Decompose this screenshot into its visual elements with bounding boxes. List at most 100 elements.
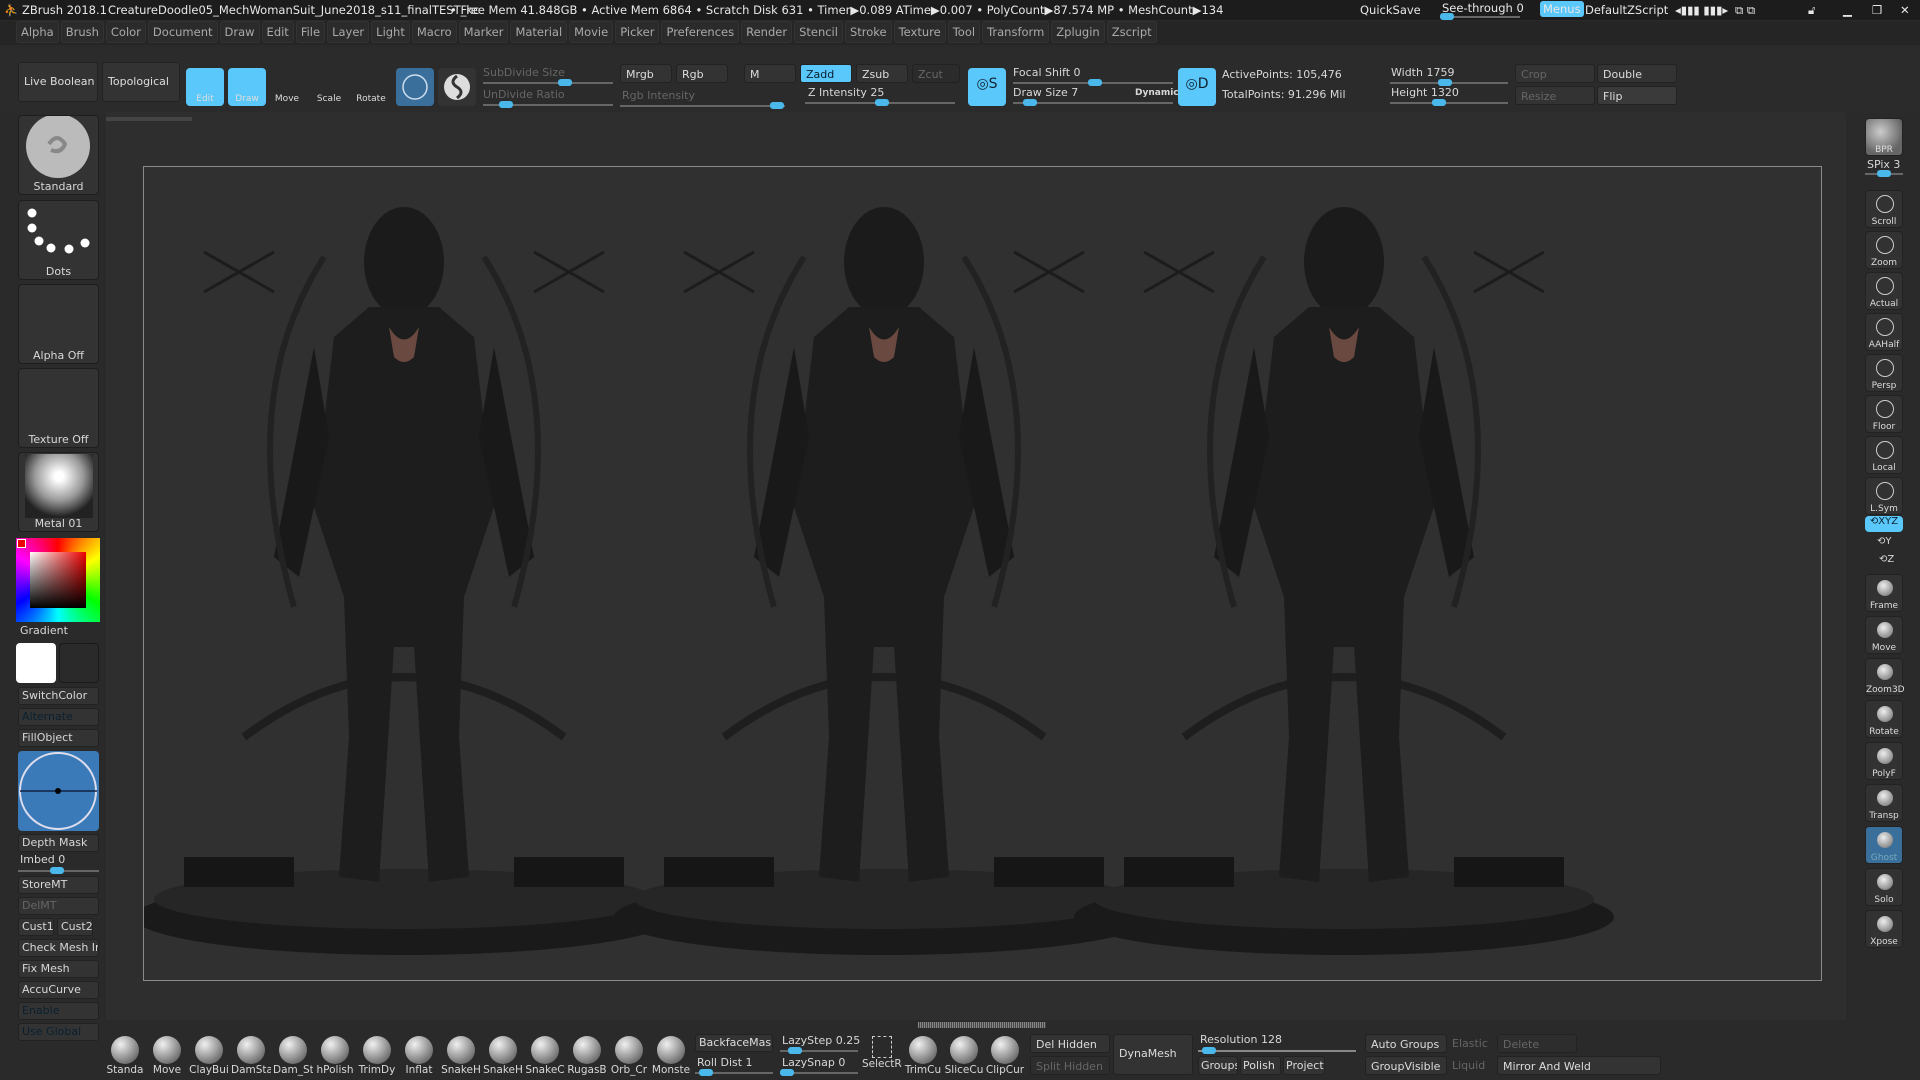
brush-monste[interactable]: Monste xyxy=(651,1034,691,1078)
main-color-swatch[interactable] xyxy=(17,539,26,548)
menu-stencil[interactable]: Stencil xyxy=(794,21,843,43)
trim-curve-brush[interactable]: TrimCu xyxy=(903,1034,943,1078)
color-square[interactable] xyxy=(30,552,86,608)
view-move-button[interactable]: Move xyxy=(1865,616,1903,654)
brush-selector[interactable]: Standard xyxy=(18,114,99,195)
split-hidden-button[interactable]: Split Hidden xyxy=(1030,1056,1110,1075)
polish-button[interactable]: Polish xyxy=(1240,1056,1281,1075)
material-selector[interactable]: Metal 01 xyxy=(18,452,99,532)
menu-preferences[interactable]: Preferences xyxy=(661,21,740,43)
flip-button[interactable]: Flip xyxy=(1597,86,1677,105)
group-visible-button[interactable]: GroupVisible xyxy=(1365,1056,1447,1075)
resize-button[interactable]: Resize xyxy=(1515,86,1595,105)
rgb-button[interactable]: Rgb xyxy=(676,64,728,83)
menu-zplugin[interactable]: Zplugin xyxy=(1051,21,1105,43)
quicksave-button[interactable]: QuickSave xyxy=(1360,3,1421,17)
menu-layer[interactable]: Layer xyxy=(327,21,370,43)
menu-edit[interactable]: Edit xyxy=(261,21,294,43)
view-scroll-button[interactable]: Scroll xyxy=(1865,190,1903,228)
secondary-color[interactable] xyxy=(59,643,99,683)
resolution-slider[interactable]: Resolution 128 xyxy=(1200,1033,1282,1046)
rgb-intensity-slider[interactable]: Rgb Intensity xyxy=(622,89,695,102)
brush-rugasb[interactable]: RugasB xyxy=(567,1034,607,1078)
brush-dam_st[interactable]: Dam_St xyxy=(273,1034,313,1078)
depth-mask-button[interactable]: Depth Mask xyxy=(18,834,99,852)
alternate-button[interactable]: Alternate xyxy=(18,708,99,726)
cust1-button[interactable]: Cust1 xyxy=(18,918,54,936)
menu-transform[interactable]: Transform xyxy=(982,21,1050,43)
switch-color-button[interactable]: SwitchColor xyxy=(18,687,99,705)
rotate-z-button[interactable]: ⟲Z xyxy=(1879,554,1894,565)
backface-mask-button[interactable]: BackfaceMask xyxy=(695,1034,773,1052)
auto-groups-button[interactable]: Auto Groups xyxy=(1365,1034,1447,1053)
lazy-snap-slider[interactable]: LazySnap 0 xyxy=(782,1056,845,1069)
layout-arrows-icon[interactable]: ◂▮▮▮ ▮▮▮▸ xyxy=(1675,3,1728,17)
brush-claybui[interactable]: ClayBui xyxy=(189,1034,229,1078)
menu-file[interactable]: File xyxy=(295,21,326,43)
live-boolean-button[interactable]: Live Boolean xyxy=(18,62,98,102)
view-frame-button[interactable]: Frame xyxy=(1865,574,1903,612)
fill-object-button[interactable]: FillObject xyxy=(18,729,99,747)
stroke-selector[interactable]: Dots xyxy=(18,200,99,280)
matcap-button[interactable] xyxy=(438,68,476,106)
topological-button[interactable]: Topological xyxy=(102,62,180,102)
primary-color[interactable] xyxy=(16,643,56,683)
view-floor-button[interactable]: Floor xyxy=(1865,395,1903,433)
clip-curve-brush[interactable]: ClipCur xyxy=(985,1034,1025,1078)
move-button[interactable]: Move xyxy=(268,68,306,106)
brush-damsta[interactable]: DamSta xyxy=(231,1034,271,1078)
project-button[interactable]: Project xyxy=(1283,1056,1325,1075)
view-persp-button[interactable]: Persp xyxy=(1865,354,1903,392)
check-mesh-integrity-button[interactable]: Check Mesh Int xyxy=(18,939,99,957)
brush-snakeh[interactable]: SnakeH xyxy=(483,1034,523,1078)
view-local-button[interactable]: Local xyxy=(1865,436,1903,474)
zcut-button[interactable]: Zcut xyxy=(912,64,960,83)
focal-shift-icon[interactable]: ◎S xyxy=(968,68,1006,106)
bpr-button[interactable]: BPR xyxy=(1865,118,1903,156)
menu-render[interactable]: Render xyxy=(741,21,793,43)
rotate-y-button[interactable]: ⟲Y xyxy=(1877,536,1892,547)
undivide-ratio-slider[interactable]: UnDivide Ratio xyxy=(483,88,565,101)
menu-stroke[interactable]: Stroke xyxy=(844,21,892,43)
groups-button[interactable]: Groups xyxy=(1198,1056,1238,1075)
brush-snakeh[interactable]: SnakeH xyxy=(441,1034,481,1078)
menu-movie[interactable]: Movie xyxy=(569,21,614,43)
draw-button[interactable]: Draw xyxy=(228,68,266,106)
brush-inflat[interactable]: Inflat xyxy=(399,1034,439,1078)
menu-document[interactable]: Document xyxy=(147,21,218,43)
view-polyf-button[interactable]: PolyF xyxy=(1865,742,1903,780)
menu-brush[interactable]: Brush xyxy=(60,21,104,43)
menu-marker[interactable]: Marker xyxy=(458,21,509,43)
view-rotate-button[interactable]: Rotate xyxy=(1865,700,1903,738)
crop-button[interactable]: Crop xyxy=(1515,64,1595,83)
view-lsym-button[interactable]: L.Sym xyxy=(1865,477,1903,515)
rotate-button[interactable]: Rotate xyxy=(352,68,390,106)
brush-trimdy[interactable]: TrimDy xyxy=(357,1034,397,1078)
brush-hpolish[interactable]: hPolish xyxy=(315,1034,355,1078)
gradient-label[interactable]: Gradient xyxy=(20,624,68,637)
view-xpose-button[interactable]: Xpose xyxy=(1865,910,1903,948)
roll-dist-slider[interactable]: Roll Dist 1 xyxy=(697,1056,753,1069)
store-mt-button[interactable]: StoreMT xyxy=(18,876,99,894)
focal-shift-slider[interactable]: Focal Shift 0 xyxy=(1013,66,1081,79)
window-swap-icon[interactable]: ⧉ ⧉ xyxy=(1735,3,1755,18)
brush-orb_cr[interactable]: Orb_Cr xyxy=(609,1034,649,1078)
imbed-slider[interactable]: Imbed 0 xyxy=(20,853,65,866)
color-picker[interactable] xyxy=(16,538,100,622)
edit-button[interactable]: Edit xyxy=(186,68,224,106)
enable-button[interactable]: Enable xyxy=(18,1002,99,1020)
view-zoom3d-button[interactable]: Zoom3D xyxy=(1865,658,1905,696)
menu-material[interactable]: Material xyxy=(510,21,568,43)
delete-button[interactable]: Delete xyxy=(1497,1034,1577,1053)
rotate-xyz-button[interactable]: ⟲XYZ xyxy=(1865,516,1903,532)
use-global-button[interactable]: Use Global xyxy=(18,1023,99,1041)
restore-icon[interactable]: ❐ xyxy=(1872,3,1882,17)
dynamesh-button[interactable]: DynaMesh xyxy=(1113,1034,1193,1075)
default-zscript-button[interactable]: DefaultZScript xyxy=(1585,3,1668,17)
lock-icon[interactable]: 🔓︎ xyxy=(1808,3,1815,18)
shelf-toggle-handle[interactable] xyxy=(918,1022,1046,1028)
menus-toggle[interactable]: Menus xyxy=(1540,1,1584,17)
draw-size-slider[interactable]: Draw Size 7 xyxy=(1013,86,1078,99)
liquid-button[interactable]: Liquid xyxy=(1452,1059,1485,1072)
view-transp-button[interactable]: Transp xyxy=(1865,784,1903,822)
